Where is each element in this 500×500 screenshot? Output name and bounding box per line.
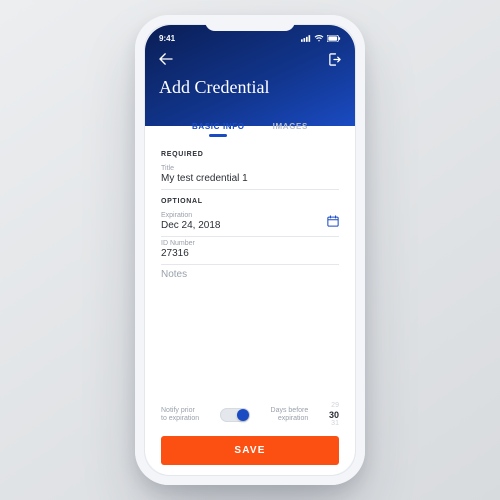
status-bar: 9:41: [159, 31, 341, 45]
phone-frame: 9:41 Add Credential BA: [135, 15, 365, 485]
status-indicators: [301, 35, 341, 42]
calendar-icon[interactable]: [327, 215, 339, 227]
wifi-icon: [314, 35, 324, 42]
title-label: Title: [161, 165, 339, 172]
app-header: 9:41 Add Credential: [145, 25, 355, 126]
tab-images[interactable]: IMAGES: [273, 122, 308, 131]
screen: 9:41 Add Credential BA: [145, 25, 355, 475]
content-card: BASIC INFO IMAGES REQUIRED Title My test…: [145, 112, 355, 475]
notify-row: Notify prior to expiration Days before e…: [145, 396, 355, 430]
id-number-field[interactable]: ID Number 27316: [161, 237, 339, 265]
expiration-label: Expiration: [161, 212, 339, 219]
title-field[interactable]: Title My test credential 1: [161, 162, 339, 190]
expiration-value: Dec 24, 2018: [161, 220, 339, 231]
days-picker[interactable]: 29 30 31: [329, 402, 339, 428]
notify-label: Notify prior to expiration: [161, 407, 199, 423]
status-time: 9:41: [159, 34, 175, 43]
arrow-left-icon: [159, 53, 173, 65]
toggle-knob: [237, 409, 249, 421]
notes-placeholder: Notes: [161, 269, 339, 280]
signal-icon: [301, 35, 311, 42]
page-title: Add Credential: [159, 77, 341, 98]
save-button[interactable]: SAVE: [161, 436, 339, 465]
expiration-field[interactable]: Expiration Dec 24, 2018: [161, 209, 339, 237]
back-button[interactable]: [159, 53, 173, 65]
days-before-label: Days before expiration: [271, 407, 309, 423]
notify-toggle[interactable]: [220, 408, 250, 422]
notes-field[interactable]: Notes: [161, 265, 339, 285]
form: REQUIRED Title My test credential 1 OPTI…: [145, 137, 355, 396]
exit-button[interactable]: [328, 53, 341, 66]
section-required: REQUIRED: [161, 151, 339, 158]
tab-basic-info[interactable]: BASIC INFO: [192, 122, 245, 131]
title-value: My test credential 1: [161, 173, 339, 184]
section-optional: OPTIONAL: [161, 198, 339, 205]
battery-icon: [327, 35, 341, 42]
id-number-label: ID Number: [161, 240, 339, 247]
exit-icon: [328, 53, 341, 66]
id-number-value: 27316: [161, 248, 339, 259]
device-notch: [205, 15, 295, 31]
